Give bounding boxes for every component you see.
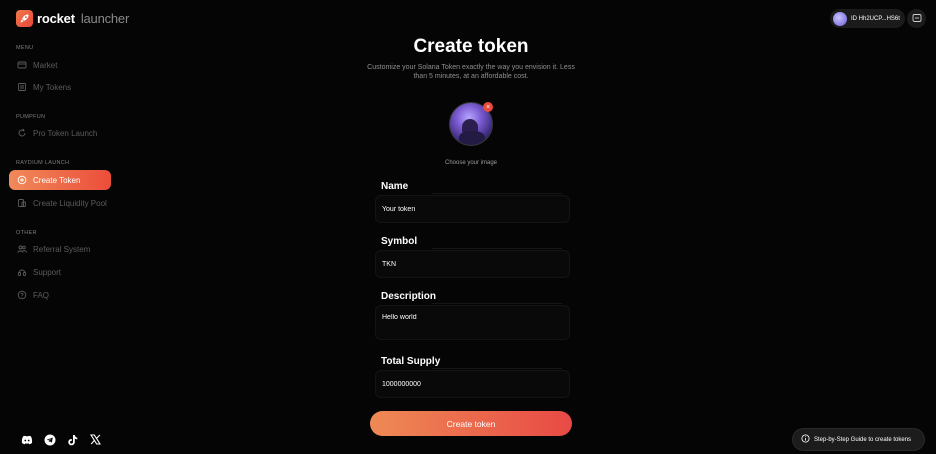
menu-section-title: MENU — [16, 45, 34, 51]
raydium-section-title: RAYDIUM LAUNCH — [16, 160, 70, 166]
name-field[interactable] — [375, 195, 570, 223]
sidebar-item-label: Create Token — [33, 175, 81, 185]
choose-image-label: Choose your image — [444, 160, 498, 166]
tokens-icon — [17, 82, 27, 92]
help-icon — [17, 290, 27, 300]
sidebar-item-label: Market — [33, 60, 58, 70]
wallet-id-label: ID Hh2UCP...HS6t — [851, 15, 900, 22]
symbol-field[interactable] — [375, 250, 570, 278]
sidebar: rocket launcher MENU Market My Tokens PU… — [0, 0, 129, 454]
refresh-icon — [17, 128, 27, 138]
brand-name: rocket — [37, 11, 75, 26]
page-title: Create token — [413, 36, 529, 57]
sidebar-item-referral-system[interactable]: Referral System — [9, 239, 111, 259]
wallet-button[interactable]: ID Hh2UCP...HS6t — [830, 9, 905, 28]
wallet-avatar — [833, 11, 847, 26]
sidebar-item-market[interactable]: Market — [9, 55, 111, 75]
discord-icon[interactable] — [20, 433, 33, 446]
description-divider — [432, 303, 562, 304]
rocket-logo-icon — [16, 10, 33, 27]
remove-image-button[interactable]: × — [483, 102, 493, 112]
pumpfun-section-title: PUMPFUN — [16, 114, 46, 120]
sidebar-item-label: Support — [33, 267, 62, 277]
supply-divider — [432, 368, 562, 369]
sidebar-item-label: Referral System — [33, 244, 91, 254]
close-icon: × — [485, 103, 491, 111]
page-subtitle: Customize your Solana Token exactly the … — [367, 64, 575, 80]
sidebar-item-label: Pro Token Launch — [33, 128, 98, 138]
telegram-icon[interactable] — [43, 433, 56, 446]
menu-button[interactable] — [907, 9, 926, 28]
sidebar-item-label: Create Liquidity Pool — [33, 198, 107, 208]
guide-button[interactable]: Step-by-Step Guide to create tokens — [792, 428, 925, 451]
symbol-label: Symbol — [381, 236, 418, 247]
support-icon — [17, 267, 27, 277]
menu-icon — [912, 10, 922, 28]
total-supply-field[interactable] — [375, 370, 570, 398]
name-label: Name — [381, 181, 409, 192]
sidebar-item-label: My Tokens — [33, 82, 72, 92]
name-divider — [432, 193, 562, 194]
pool-icon — [17, 198, 27, 208]
sidebar-item-my-tokens[interactable]: My Tokens — [9, 77, 111, 97]
sidebar-item-label: FAQ — [33, 290, 50, 300]
sidebar-item-create-token[interactable]: Create Token — [9, 170, 111, 190]
sidebar-item-support[interactable]: Support — [9, 262, 111, 282]
supply-label: Total Supply — [381, 356, 441, 367]
social-links — [20, 433, 102, 446]
sidebar-item-faq[interactable]: FAQ — [9, 285, 111, 305]
create-token-button[interactable]: Create token — [370, 411, 572, 436]
x-icon[interactable] — [89, 433, 102, 446]
plus-circle-icon — [17, 175, 27, 185]
info-icon — [801, 434, 810, 445]
market-icon — [17, 60, 27, 70]
symbol-divider — [432, 248, 562, 249]
brand-sub: launcher — [80, 11, 130, 26]
tiktok-icon[interactable] — [66, 433, 79, 446]
sidebar-item-pro-token-launch[interactable]: Pro Token Launch — [9, 123, 111, 143]
description-field[interactable] — [375, 305, 570, 340]
brand[interactable]: rocket launcher — [16, 10, 129, 27]
token-image-figure-body — [459, 131, 485, 145]
users-icon — [17, 244, 27, 254]
sidebar-item-create-liquidity-pool[interactable]: Create Liquidity Pool — [9, 193, 111, 213]
description-label: Description — [381, 291, 437, 302]
guide-label: Step-by-Step Guide to create tokens — [814, 436, 912, 443]
other-section-title: OTHER — [16, 230, 37, 236]
